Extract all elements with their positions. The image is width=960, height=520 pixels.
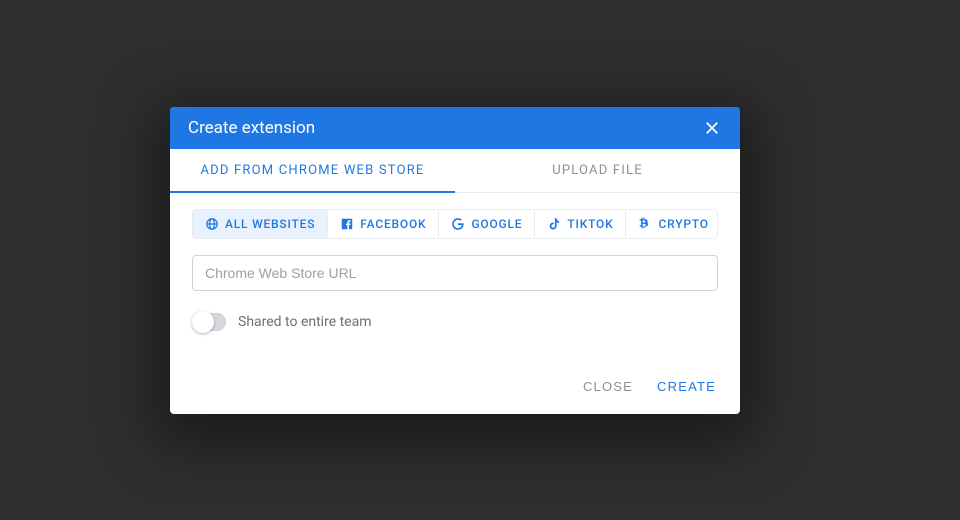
modal-footer: CLOSE CREATE: [170, 349, 740, 414]
toggle-knob: [192, 311, 214, 333]
create-button[interactable]: CREATE: [657, 379, 716, 394]
facebook-icon: [340, 217, 354, 231]
tabs: ADD FROM CHROME WEB STORE UPLOAD FILE: [170, 149, 740, 193]
tiktok-icon: [547, 217, 561, 231]
globe-icon: [205, 217, 219, 231]
bitcoin-icon: [638, 217, 652, 231]
modal-title: Create extension: [188, 118, 315, 138]
google-icon: [451, 217, 465, 231]
chip-tiktok[interactable]: TIKTOK: [535, 210, 626, 238]
chip-facebook[interactable]: FACEBOOK: [328, 210, 439, 238]
chrome-store-url-input[interactable]: [192, 255, 718, 291]
tab-add-from-store[interactable]: ADD FROM CHROME WEB STORE: [170, 149, 455, 193]
close-button[interactable]: CLOSE: [583, 379, 633, 394]
close-icon[interactable]: [702, 118, 722, 138]
chip-label: FACEBOOK: [360, 217, 426, 231]
chip-label: ALL WEBSITES: [225, 217, 315, 231]
category-chips: ALL WEBSITES FACEBOOK GOOGLE TIKTOK: [192, 209, 718, 239]
share-toggle[interactable]: [192, 313, 226, 331]
chip-all-websites[interactable]: ALL WEBSITES: [193, 210, 328, 238]
chip-label: CRYPTO: [658, 217, 708, 231]
share-toggle-row: Shared to entire team: [192, 313, 718, 331]
chip-google[interactable]: GOOGLE: [439, 210, 535, 238]
chip-label: GOOGLE: [471, 217, 522, 231]
tab-upload-file[interactable]: UPLOAD FILE: [455, 149, 740, 192]
chip-crypto[interactable]: CRYPTO: [626, 210, 718, 238]
modal-body: ALL WEBSITES FACEBOOK GOOGLE TIKTOK: [170, 193, 740, 349]
modal-header: Create extension: [170, 107, 740, 149]
share-toggle-label: Shared to entire team: [238, 314, 372, 330]
chip-label: TIKTOK: [567, 217, 613, 231]
create-extension-modal: Create extension ADD FROM CHROME WEB STO…: [170, 107, 740, 414]
